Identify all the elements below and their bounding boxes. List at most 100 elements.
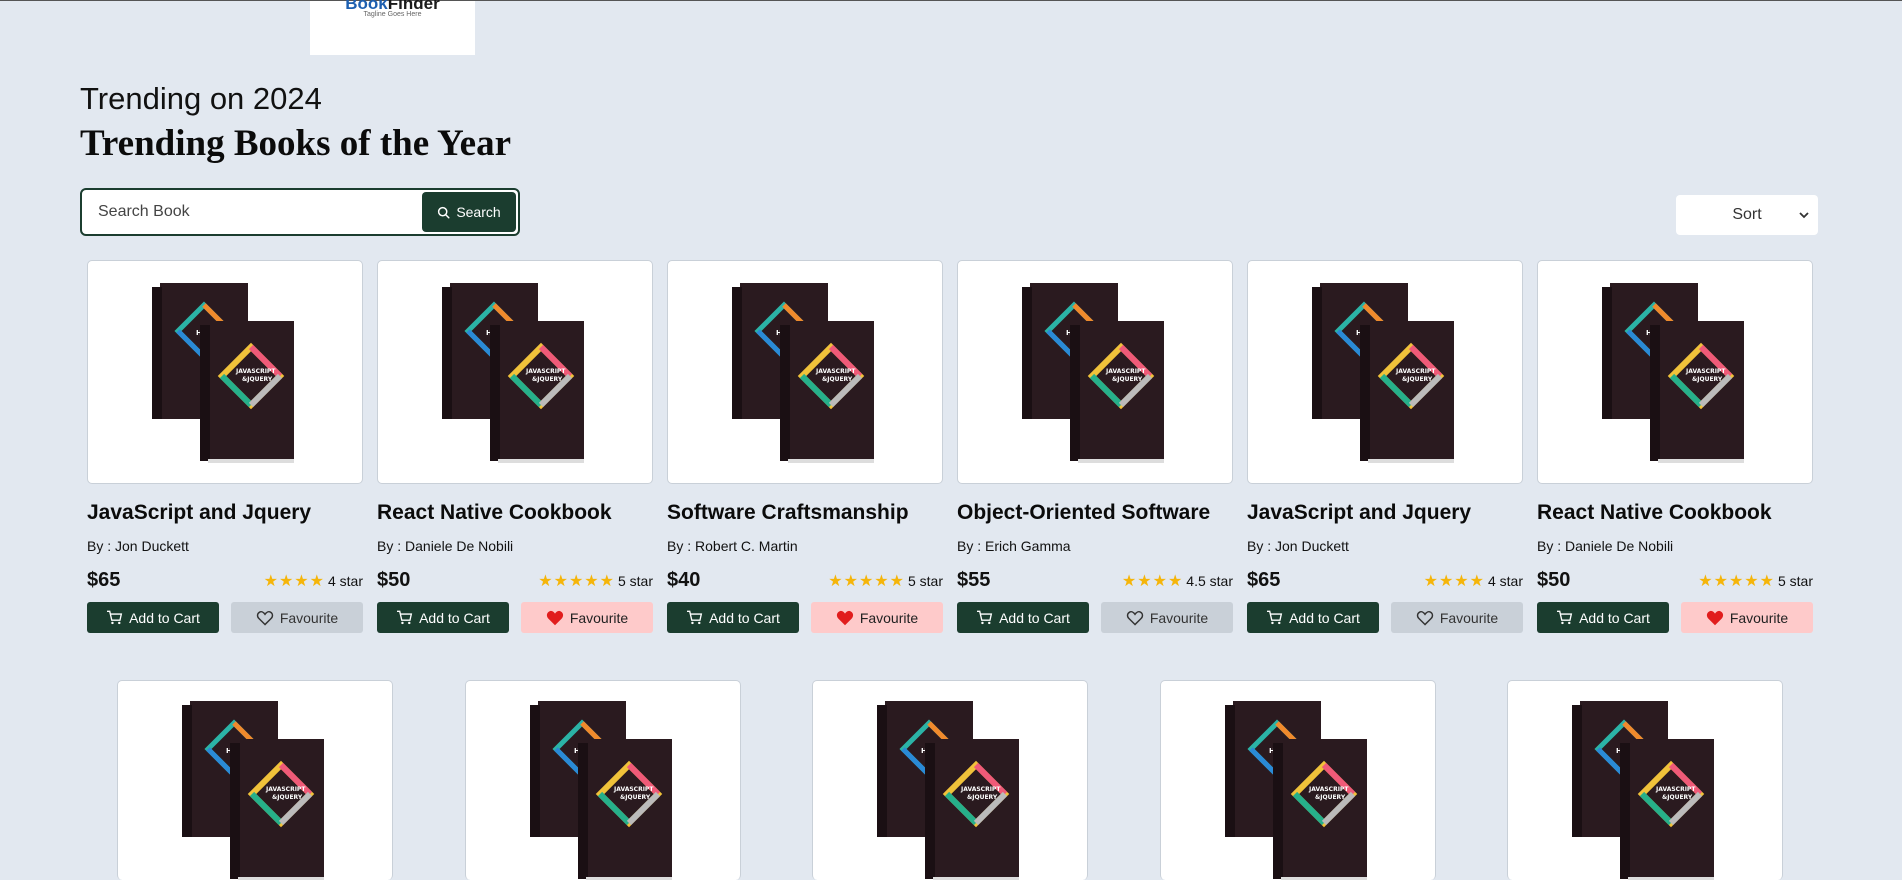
book-price: $50 [1537,569,1571,591]
book-author: By : Jon Duckett [1247,538,1349,554]
add-to-cart-button[interactable]: Add to Cart [377,602,509,633]
book-price: $40 [667,569,701,591]
add-to-cart-button[interactable]: Add to Cart [1247,602,1379,633]
add-to-cart-button[interactable]: Add to Cart [667,602,799,633]
add-to-cart-label: Add to Cart [1289,609,1360,626]
book-cover-art [1570,695,1720,880]
book-cover-art [1020,277,1170,467]
favourite-button[interactable]: Favourite [231,602,363,633]
book-title[interactable]: JavaScript and Jquery [1247,501,1523,525]
book-card[interactable]: Object-Oriented Software By : Erich Gamma… [957,260,1233,633]
book-card[interactable] [465,680,741,880]
add-to-cart-label: Add to Cart [1579,609,1650,626]
book-cover-art [180,695,330,880]
book-title[interactable]: React Native Cookbook [1537,501,1813,525]
book-cover-image[interactable] [1537,260,1813,484]
favourite-label: Favourite [1729,609,1789,626]
book-price: $55 [957,569,991,591]
add-to-cart-label: Add to Cart [999,609,1070,626]
book-cover-art [875,695,1025,880]
rating-label: 4 star [1487,572,1523,589]
book-cover-art [1310,277,1460,467]
favourite-label: Favourite [859,609,919,626]
book-title[interactable]: JavaScript and Jquery [87,501,363,525]
book-cover-art [528,695,678,880]
book-card[interactable] [1507,680,1783,880]
star-icons: ★★★★★ [538,572,615,590]
book-title[interactable]: Software Craftsmanship [667,501,943,525]
star-icons: ★★★★ [263,572,325,590]
book-cover-image[interactable] [957,260,1233,484]
favourite-button[interactable]: Favourite [1101,602,1233,633]
favourite-button[interactable]: Favourite [811,602,943,633]
cart-icon [107,610,123,625]
book-cover-art [730,277,880,467]
book-card[interactable] [1160,680,1436,880]
book-author: By : Daniele De Nobili [1537,538,1674,554]
add-to-cart-label: Add to Cart [419,609,490,626]
favourite-label: Favourite [1149,609,1209,626]
book-cover-image[interactable] [1507,680,1783,880]
star-icons: ★★★★★ [828,572,905,590]
book-card[interactable] [812,680,1088,880]
book-rating: ★★★★ 4 star [264,571,363,591]
rating-label: 4 star [327,572,363,589]
book-cover-image[interactable] [117,680,393,880]
book-card[interactable]: JavaScript and Jquery By : Jon Duckett $65… [1247,260,1523,633]
star-icons: ★★★★★ [1698,572,1775,590]
cart-icon [687,610,703,625]
book-rating: ★★★★ 4 star [1424,571,1523,591]
heart-filled-icon [546,610,563,625]
book-card[interactable] [117,680,393,880]
book-price: $50 [377,569,411,591]
book-title[interactable]: Object-Oriented Software [957,501,1233,525]
favourite-label: Favourite [279,609,339,626]
favourite-button[interactable]: Favourite [1391,602,1523,633]
book-cover-image[interactable] [667,260,943,484]
book-cover-art [1600,277,1750,467]
book-cover-image[interactable] [812,680,1088,880]
star-icons: ★★★★ [1423,572,1485,590]
heart-outline-icon [256,610,273,626]
book-price: $65 [87,569,121,591]
book-grid: JavaScript and Jquery By : Jon Duckett $65… [0,1,1902,880]
heart-outline-icon [1126,610,1143,626]
add-to-cart-label: Add to Cart [709,609,780,626]
book-cover-art [1223,695,1373,880]
book-card[interactable]: JavaScript and Jquery By : Jon Duckett $65… [87,260,363,633]
favourite-button[interactable]: Favourite [521,602,653,633]
book-cover-image[interactable] [377,260,653,484]
star-icons: ★★★★ [1121,572,1184,590]
book-rating: ★★★★★ 5 star [828,571,943,591]
rating-label: 5 star [617,572,653,589]
book-title[interactable]: React Native Cookbook [377,501,653,525]
cart-icon [1557,610,1573,625]
book-author: By : Jon Duckett [87,538,189,554]
book-cover-image[interactable] [1247,260,1523,484]
heart-filled-icon [836,610,853,625]
book-author: By : Erich Gamma [957,538,1071,554]
rating-label: 4.5 star [1186,572,1233,589]
add-to-cart-button[interactable]: Add to Cart [957,602,1089,633]
add-to-cart-button[interactable]: Add to Cart [1537,602,1669,633]
book-rating: ★★★★ 4.5 star [1122,571,1233,591]
add-to-cart-label: Add to Cart [129,609,200,626]
cart-icon [1267,610,1283,625]
favourite-button[interactable]: Favourite [1681,602,1813,633]
cart-icon [977,610,993,625]
favourite-label: Favourite [569,609,629,626]
book-author: By : Daniele De Nobili [377,538,514,554]
book-card[interactable]: React Native Cookbook By : Daniele De Nob… [377,260,653,633]
heart-outline-icon [1416,610,1433,626]
book-cover-art [150,277,300,467]
book-rating: ★★★★★ 5 star [1698,571,1813,591]
book-cover-image[interactable] [1160,680,1436,880]
book-cover-image[interactable] [465,680,741,880]
add-to-cart-button[interactable]: Add to Cart [87,602,219,633]
favourite-label: Favourite [1439,609,1499,626]
book-cover-image[interactable] [87,260,363,484]
rating-label: 5 star [907,572,943,589]
heart-filled-icon [1706,610,1723,625]
book-card[interactable]: React Native Cookbook By : Daniele De Nob… [1537,260,1813,633]
book-card[interactable]: Software Craftsmanship By : Robert C. Mar… [667,260,943,633]
